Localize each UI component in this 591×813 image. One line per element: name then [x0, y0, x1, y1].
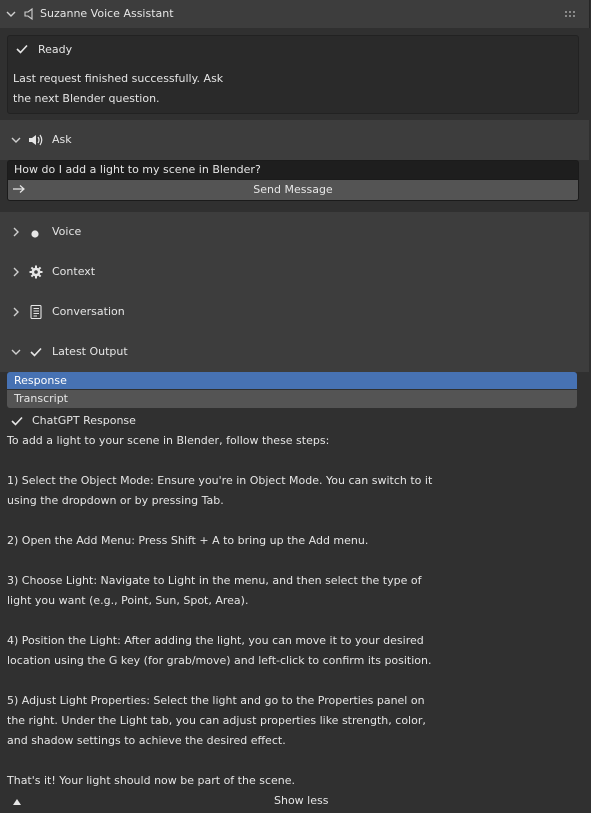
tab-response-label: Response	[14, 374, 67, 387]
text-document-icon	[30, 304, 42, 322]
response-line: using the dropdown or by pressing Tab.	[7, 494, 224, 507]
checkmark-icon	[11, 416, 23, 429]
response-line: location using the G key (for grab/move)…	[7, 654, 432, 667]
drag-handle-icon[interactable]	[565, 9, 577, 22]
section-latest-output-header[interactable]: Latest Output	[0, 332, 589, 372]
show-less-button[interactable]: Show less	[0, 790, 591, 812]
section-voice-header[interactable]: Voice	[0, 212, 589, 252]
section-conversation-header[interactable]: Conversation	[0, 292, 589, 332]
response-line: 4) Position the Light: After adding the …	[7, 634, 424, 647]
chatgpt-response-label: ChatGPT Response	[32, 414, 136, 427]
chevron-down-icon[interactable]	[11, 135, 21, 148]
triangle-up-icon	[12, 796, 22, 809]
chevron-right-icon[interactable]	[11, 307, 21, 320]
checkmark-icon	[16, 44, 28, 57]
checkmark-icon	[30, 347, 42, 360]
status-box: Ready Last request finished successfully…	[7, 35, 579, 114]
chevron-down-icon[interactable]	[6, 9, 16, 22]
question-input-value: How do I add a light to my scene in Blen…	[14, 163, 261, 176]
response-line: That's it! Your light should now be part…	[7, 774, 295, 787]
response-line: 3) Choose Light: Navigate to Light in th…	[7, 574, 422, 587]
tab-response[interactable]: Response	[7, 372, 577, 389]
response-line: 1) Select the Object Mode: Ensure you're…	[7, 474, 433, 487]
section-context-label: Context	[52, 265, 96, 278]
panel-header[interactable]: Suzanne Voice Assistant	[0, 0, 590, 28]
section-ask-header[interactable]: Ask	[0, 120, 589, 160]
section-context-header[interactable]: Context	[0, 252, 589, 292]
show-less-label: Show less	[274, 794, 329, 807]
speaker-icon	[23, 7, 35, 24]
tab-transcript-label: Transcript	[14, 392, 68, 405]
response-line: To add a light to your scene in Blender,…	[7, 434, 330, 447]
section-latest-output-label: Latest Output	[52, 345, 128, 358]
response-line: and shadow settings to achieve the desir…	[7, 734, 286, 747]
response-line: 5) Adjust Light Properties: Select the l…	[7, 694, 425, 707]
tab-transcript[interactable]: Transcript	[7, 390, 577, 408]
chevron-down-icon[interactable]	[11, 347, 21, 360]
response-line: 2) Open the Add Menu: Press Shift + A to…	[7, 534, 369, 547]
gear-icon	[29, 265, 43, 282]
response-line: the right. Under the Light tab, you can …	[7, 714, 426, 727]
send-message-label: Send Message	[253, 183, 333, 196]
panel-title: Suzanne Voice Assistant	[40, 7, 174, 20]
status-label: Ready	[38, 43, 73, 56]
chevron-right-icon[interactable]	[11, 267, 21, 280]
speaker-volume-icon	[28, 133, 44, 150]
question-input[interactable]: How do I add a light to my scene in Blen…	[7, 160, 579, 180]
status-message-line1: Last request finished successfully. Ask	[13, 72, 224, 85]
section-voice-label: Voice	[52, 225, 82, 238]
chevron-right-icon[interactable]	[11, 227, 21, 240]
status-message-line2: the next Blender question.	[13, 92, 160, 105]
section-conversation-label: Conversation	[52, 305, 125, 318]
response-line: light you want (e.g., Point, Sun, Spot, …	[7, 594, 249, 607]
send-message-button[interactable]: Send Message	[7, 179, 579, 201]
record-dot-icon	[31, 228, 39, 241]
section-ask-label: Ask	[52, 133, 72, 146]
